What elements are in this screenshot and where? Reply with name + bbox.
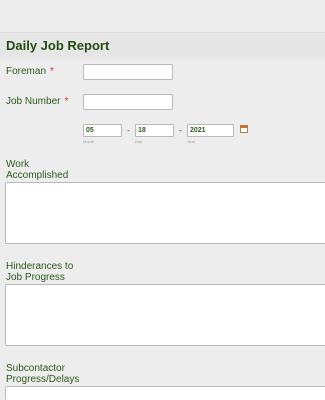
- date-year-input[interactable]: 2021: [187, 124, 234, 137]
- work-accomplished-textarea[interactable]: [5, 182, 325, 244]
- foreman-input[interactable]: [83, 64, 173, 80]
- calendar-icon[interactable]: [240, 125, 248, 133]
- date-month-sublabel: Month: [83, 139, 95, 144]
- job-number-label-text: Job Number: [6, 96, 61, 107]
- required-asterisk: *: [64, 96, 69, 107]
- subcontractor-label: Subcontactor Progress/Delays: [6, 363, 80, 385]
- form-title: Daily Job Report: [6, 38, 110, 53]
- work-accomplished-label: Work Accomplished: [6, 159, 69, 181]
- job-number-input[interactable]: [83, 94, 173, 110]
- date-day-input[interactable]: 18: [135, 124, 174, 137]
- hinderances-textarea[interactable]: [5, 284, 325, 346]
- foreman-label: Foreman *: [6, 66, 54, 77]
- date-year-sublabel: Year: [187, 139, 196, 144]
- subcontractor-textarea[interactable]: [5, 386, 325, 400]
- date-month-input[interactable]: 05: [83, 124, 122, 137]
- hinderances-label: Hinderances to Job Progress: [6, 261, 74, 283]
- foreman-label-text: Foreman: [6, 66, 47, 77]
- date-separator: -: [179, 126, 182, 135]
- required-asterisk: *: [50, 66, 54, 77]
- date-day-sublabel: Day: [135, 139, 143, 144]
- job-number-label: Job Number *: [6, 96, 68, 107]
- date-separator: -: [127, 126, 130, 135]
